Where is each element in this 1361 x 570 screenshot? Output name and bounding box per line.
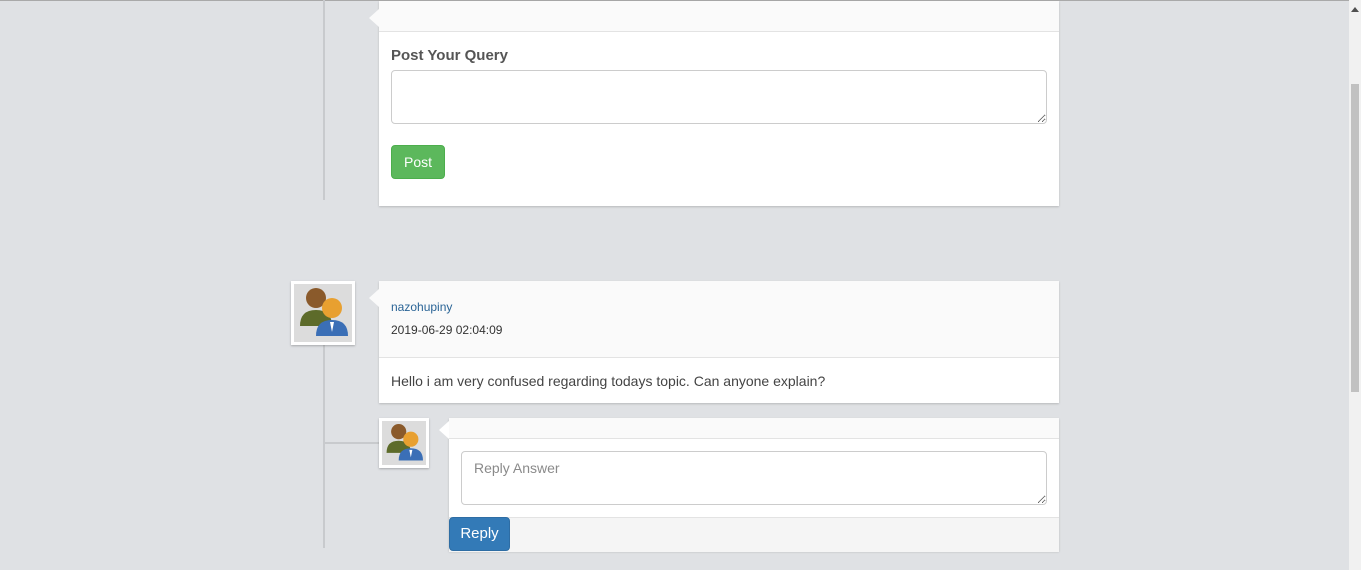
timeline-line-top — [323, 0, 325, 200]
comment-panel: nazohupiny 2019-06-29 02:04:09 Hello i a… — [379, 281, 1059, 403]
reply-panel-arrow — [439, 421, 449, 439]
users-avatar-icon — [294, 284, 352, 342]
query-panel-arrow — [369, 9, 379, 27]
timeline-line-bottom — [323, 345, 325, 548]
query-panel: Post Your Query Post — [379, 1, 1059, 206]
query-heading: Post Your Query — [391, 47, 508, 64]
reply-panel-header — [449, 418, 1059, 439]
comment-timestamp: 2019-06-29 02:04:09 — [391, 323, 503, 337]
comment-panel-header — [379, 281, 1059, 358]
users-avatar-icon — [382, 421, 426, 465]
scroll-up-arrow-icon[interactable] — [1349, 0, 1361, 17]
query-input[interactable] — [391, 70, 1047, 124]
comment-username[interactable]: nazohupiny — [391, 300, 452, 314]
timeline-branch — [323, 442, 380, 444]
reply-input[interactable] — [461, 451, 1047, 505]
post-button[interactable]: Post — [391, 145, 445, 179]
query-panel-header — [379, 1, 1059, 32]
reply-panel-footer — [449, 517, 1059, 552]
reply-avatar — [379, 418, 429, 468]
scroll-thumb[interactable] — [1351, 84, 1359, 392]
reply-button[interactable]: Reply — [449, 517, 510, 551]
reply-panel: Reply — [449, 418, 1059, 552]
comment-text: Hello i am very confused regarding today… — [391, 373, 826, 389]
page-scrollbar[interactable] — [1349, 0, 1361, 570]
comment-panel-arrow — [369, 289, 379, 307]
commenter-avatar — [291, 281, 355, 345]
